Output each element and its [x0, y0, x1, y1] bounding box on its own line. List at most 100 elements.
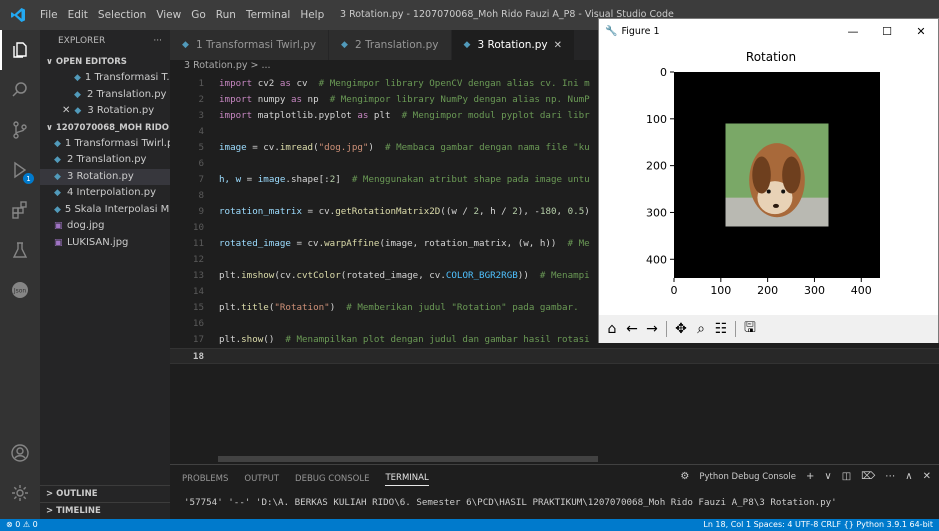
close-icon[interactable]: ✕: [62, 103, 70, 120]
split-terminal-icon[interactable]: ◫: [842, 471, 851, 482]
dog-nose: [772, 203, 779, 208]
timeline-section[interactable]: > TIMELINE: [40, 502, 170, 519]
extensions-icon[interactable]: [0, 190, 40, 230]
project-folder-label: 1207070068_MOH RIDO F...: [55, 122, 170, 133]
file-item[interactable]: ▣ dog.jpg: [40, 218, 170, 235]
activity-bottom: [0, 433, 40, 513]
python-file-icon: ◆: [182, 40, 189, 50]
menu-selection[interactable]: Selection: [98, 9, 146, 21]
account-icon[interactable]: [0, 433, 40, 473]
json-icon[interactable]: Json: [0, 270, 40, 310]
status-problems[interactable]: ⊗ 0 ⚠ 0: [0, 519, 38, 531]
maximize-button[interactable]: ☐: [870, 19, 904, 43]
menu-run[interactable]: Run: [216, 9, 236, 21]
menu-edit[interactable]: Edit: [68, 9, 88, 21]
project-folder-section[interactable]: ∨ 1207070068_MOH RIDO F...: [40, 120, 170, 136]
tab-rotation[interactable]: ◆ 3 Rotation.py ✕: [451, 30, 576, 60]
x-tick-label: 100: [710, 284, 731, 297]
bottom-panel: PROBLEMS OUTPUT DEBUG CONSOLE TERMINAL ⚙…: [170, 464, 939, 519]
line-number: 13: [192, 270, 204, 281]
figure-toolbar: ⌂ ← → ✥ ⌕ ☷ 🖫: [599, 315, 938, 343]
tab-terminal[interactable]: TERMINAL: [385, 473, 429, 486]
menu-view[interactable]: View: [156, 9, 181, 21]
open-editor-item[interactable]: ◆ 2 Translation.py: [40, 87, 170, 104]
tab-output[interactable]: OUTPUT: [244, 474, 279, 484]
file-label: 2 Translation.py: [67, 154, 147, 165]
minimize-button[interactable]: —: [836, 19, 870, 43]
chart-title: Rotation: [746, 50, 796, 64]
menu-bar: File Edit Selection View Go Run Terminal…: [36, 9, 324, 21]
breadcrumb[interactable]: 3 Rotation.py > ...: [170, 60, 271, 76]
tab-translation[interactable]: ◆ 2 Translation.py: [329, 30, 452, 60]
vscode-logo-icon: [0, 0, 36, 30]
close-button[interactable]: ✕: [904, 19, 938, 43]
menu-go[interactable]: Go: [191, 9, 206, 21]
file-item[interactable]: ◆ 5 Skala Interpolasi Mi...: [40, 202, 170, 219]
pan-move-icon[interactable]: ✥: [672, 320, 690, 338]
manage-gear-icon[interactable]: [0, 473, 40, 513]
matplotlib-figure-window: 🔧 Figure 1 — ☐ ✕ Rotation 0 100 200 300 400 …: [598, 18, 939, 343]
line-number: 16: [192, 318, 204, 329]
zoom-magnifier-icon[interactable]: ⌕: [692, 320, 710, 338]
close-panel-icon[interactable]: ✕: [923, 471, 931, 482]
line-number: 4: [198, 126, 204, 137]
explorer-more-button[interactable]: ···: [153, 36, 162, 54]
open-editor-item[interactable]: ✕ ◆ 3 Rotation.py: [40, 103, 170, 120]
chevron-down-icon[interactable]: ∨: [824, 471, 831, 482]
status-info[interactable]: Ln 18, Col 1 Spaces: 4 UTF-8 CRLF {} Pyt…: [703, 519, 933, 531]
timeline-label: TIMELINE: [56, 506, 101, 516]
file-item[interactable]: ◆ 1 Transformasi Twirl.py: [40, 136, 170, 153]
trash-icon[interactable]: ⌦: [861, 471, 875, 482]
tab-close-icon[interactable]: ✕: [554, 40, 562, 51]
open-editor-item[interactable]: ◆ 1 Transformasi T...: [40, 70, 170, 87]
tab-problems[interactable]: PROBLEMS: [182, 474, 228, 484]
file-item-active[interactable]: ◆ 3 Rotation.py: [40, 168, 170, 185]
activity-bar: 1 Json: [0, 30, 40, 531]
more-actions-icon[interactable]: ⋯: [885, 471, 895, 482]
editor-horizontal-scrollbar[interactable]: [218, 456, 598, 462]
terminal-output[interactable]: '57754' '--' 'D:\A. BERKAS KULIAH RIDO\6…: [184, 497, 837, 508]
file-item[interactable]: ▣ LUKISAN.jpg: [40, 235, 170, 252]
testing-icon[interactable]: [0, 230, 40, 270]
svg-text:Json: Json: [13, 288, 27, 295]
file-label: 4 Interpolation.py: [67, 187, 156, 198]
tab-debug-console[interactable]: DEBUG CONSOLE: [295, 474, 369, 484]
run-debug-icon[interactable]: 1: [0, 150, 40, 190]
line-number: 11: [192, 238, 204, 249]
panel-actions: ⚙ Python Debug Console + ∨ ◫ ⌦ ⋯ ∧ ✕: [680, 471, 931, 482]
file-label: 5 Skala Interpolasi Mi...: [64, 203, 170, 215]
source-control-icon[interactable]: [0, 110, 40, 150]
search-icon[interactable]: [0, 70, 40, 110]
x-tick-label: 200: [757, 284, 778, 297]
toolbar-divider: [666, 321, 667, 337]
home-icon[interactable]: ⌂: [603, 320, 621, 338]
file-item[interactable]: ◆ 4 Interpolation.py: [40, 185, 170, 202]
file-item[interactable]: ◆ 2 Translation.py: [40, 152, 170, 169]
forward-arrow-icon[interactable]: →: [643, 320, 661, 338]
save-figure-icon[interactable]: 🖫: [741, 320, 759, 338]
tab-transformasi-twirl[interactable]: ◆ 1 Transformasi Twirl.py: [170, 30, 330, 60]
menu-help[interactable]: Help: [300, 9, 324, 21]
menu-file[interactable]: File: [40, 9, 58, 21]
open-editors-section[interactable]: ∨ OPEN EDITORS: [40, 54, 170, 70]
line-number: 3: [198, 110, 204, 121]
outline-section[interactable]: > OUTLINE: [40, 485, 170, 502]
plot-canvas: Rotation 0 100 200 300 400 0 100 200 300 400: [646, 50, 880, 297]
chevron-up-icon[interactable]: ∧: [905, 471, 912, 482]
menu-terminal[interactable]: Terminal: [246, 9, 290, 21]
python-file-icon: ◆: [341, 40, 348, 50]
dog-eye-right: [781, 189, 786, 194]
file-label: dog.jpg: [67, 220, 105, 231]
python-file-icon: ◆: [54, 171, 61, 182]
terminal-selector[interactable]: Python Debug Console: [699, 472, 796, 482]
configure-subplots-icon[interactable]: ☷: [712, 320, 730, 338]
x-tick-label: 0: [671, 284, 678, 297]
line-number: 12: [192, 254, 204, 265]
explorer-sidebar: EXPLORER ··· ∨ OPEN EDITORS ◆ 1 Transform…: [40, 30, 170, 519]
back-arrow-icon[interactable]: ←: [623, 320, 641, 338]
new-terminal-plus-icon[interactable]: +: [806, 471, 814, 482]
y-tick-label: 0: [660, 66, 667, 79]
line-number: 8: [198, 190, 204, 201]
image-file-icon: ▣: [54, 221, 63, 231]
explorer-icon[interactable]: [0, 30, 40, 70]
